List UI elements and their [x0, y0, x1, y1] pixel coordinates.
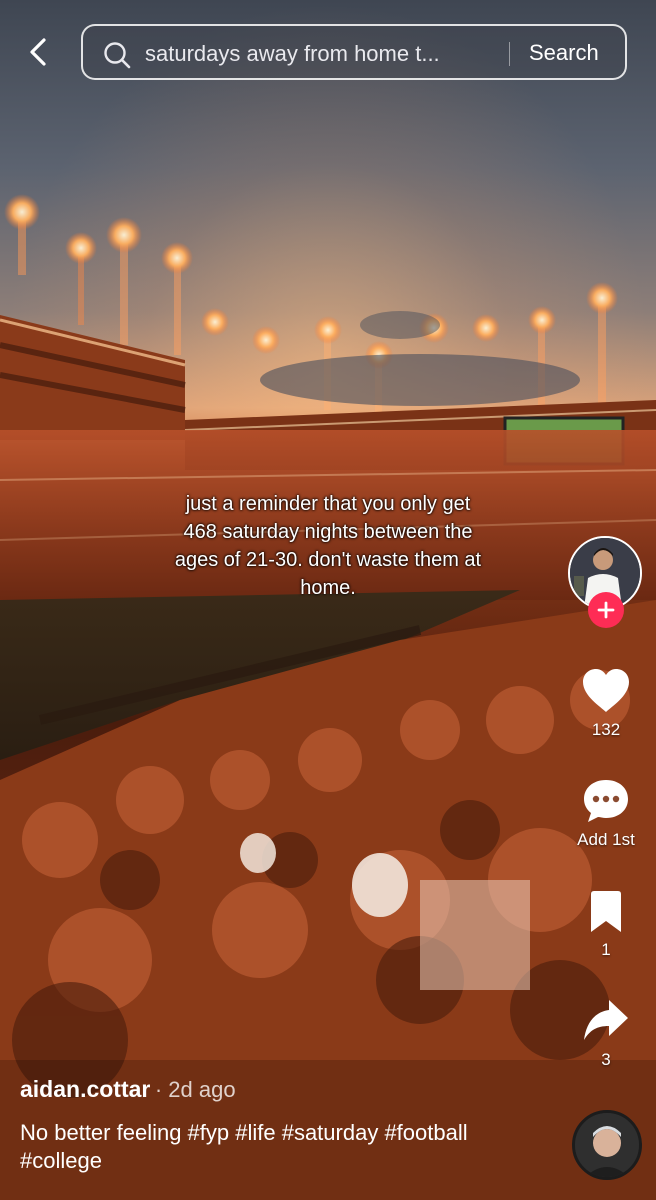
username-link[interactable]: aidan.cottar: [20, 1076, 150, 1102]
share-count: 3: [601, 1050, 611, 1069]
save-count: 1: [601, 940, 611, 959]
share-button[interactable]: 3: [566, 998, 646, 1070]
comment-button[interactable]: Add 1st: [566, 778, 646, 850]
back-button[interactable]: [20, 34, 56, 70]
like-count: 132: [591, 720, 621, 739]
comment-count: Add 1st: [577, 830, 635, 849]
top-bar: saturdays away from home t... Search: [0, 22, 656, 82]
follow-button[interactable]: [588, 592, 624, 628]
sound-avatar: [575, 1113, 639, 1177]
post-time: · 2d ago: [154, 1077, 236, 1102]
sound-disc-button[interactable]: [572, 1110, 642, 1180]
search-input[interactable]: saturdays away from home t...: [145, 41, 515, 67]
video-screen[interactable]: saturdays away from home t... Search jus…: [0, 0, 656, 1200]
save-button[interactable]: 1: [566, 890, 646, 960]
back-icon: [30, 38, 46, 66]
post-caption[interactable]: No better feeling #fyp #life #saturday #…: [20, 1119, 540, 1175]
share-icon: [584, 1000, 628, 1040]
comment-icon: [584, 780, 628, 822]
video-overlay-text: just a reminder that you only get 468 sa…: [174, 493, 482, 599]
search-divider: [509, 42, 510, 66]
like-button[interactable]: 132: [566, 668, 646, 740]
bookmark-icon: [591, 891, 621, 932]
search-button[interactable]: Search: [529, 40, 599, 66]
heart-icon: [583, 669, 629, 712]
search-icon: [103, 41, 131, 74]
search-bar[interactable]: saturdays away from home t... Search: [81, 24, 627, 80]
creator-avatar-button[interactable]: [568, 536, 642, 628]
post-info: aidan.cottar · 2d ago No better feeling …: [20, 1076, 540, 1175]
plus-icon: [597, 601, 615, 619]
